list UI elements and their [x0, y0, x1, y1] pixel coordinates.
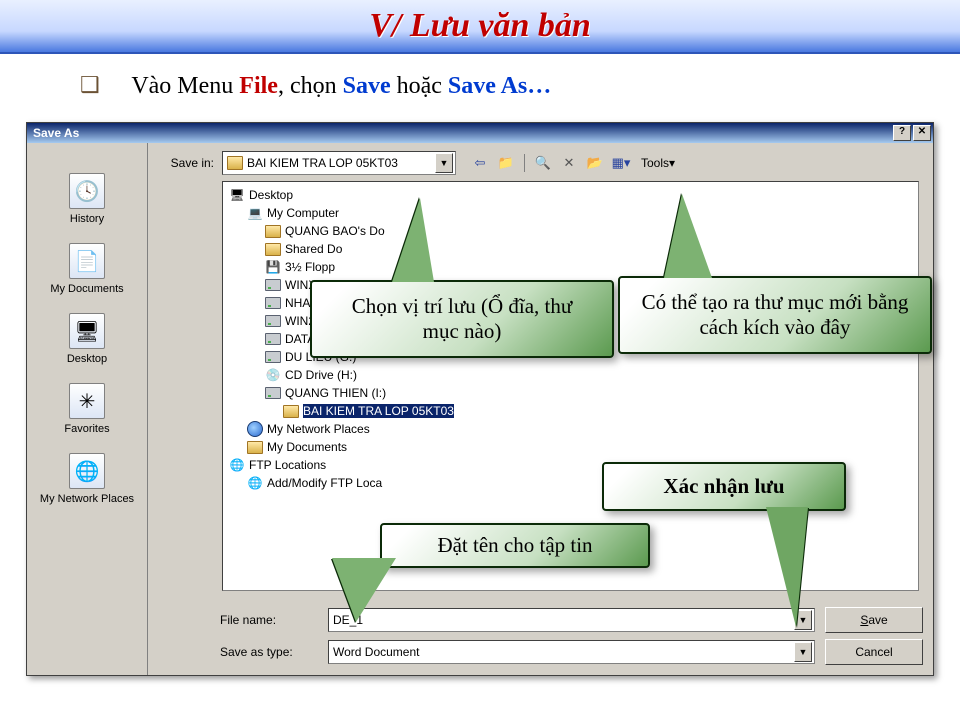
tree-icon: [265, 242, 281, 256]
tree-item[interactable]: 💾 3½ Flopp: [225, 258, 916, 276]
tools-menu[interactable]: Tools ▾: [637, 153, 679, 173]
save-type-value: Word Document: [333, 645, 419, 659]
tree-icon: [265, 350, 281, 364]
tree-label: My Documents: [267, 440, 347, 454]
tree-item[interactable]: BAI KIEM TRA LOP 05KT03: [225, 402, 916, 420]
tree-label: BAI KIEM TRA LOP 05KT03: [303, 404, 454, 418]
sidebar-label: Desktop: [27, 353, 147, 365]
tree-item[interactable]: 💻 My Computer: [225, 204, 916, 222]
sidebar-label: History: [27, 213, 147, 225]
tree-icon: 💾: [265, 260, 281, 274]
cancel-button[interactable]: Cancel: [825, 639, 923, 665]
instruction-line: ❑ Vào Menu File, chọn Save hoặc Save As…: [0, 54, 960, 118]
help-button[interactable]: ?: [893, 125, 911, 141]
tree-label: My Network Places: [267, 422, 370, 436]
lesson-banner: V/ Lưu văn bản: [0, 0, 960, 54]
tree-icon: [265, 332, 281, 346]
tree-icon: [265, 314, 281, 328]
close-button[interactable]: ✕: [913, 125, 931, 141]
back-icon[interactable]: ⇦: [470, 153, 490, 173]
tree-item[interactable]: My Network Places: [225, 420, 916, 438]
views-icon[interactable]: ▦▾: [611, 153, 631, 173]
sidebar-icon: 🌐: [69, 453, 105, 489]
dialog-title: Save As: [29, 126, 891, 140]
tree-icon: [247, 440, 263, 454]
tree-icon: 💻: [247, 206, 263, 220]
callout-file-name: Đặt tên cho tập tin: [380, 523, 650, 568]
tree-icon: [283, 404, 299, 418]
dialog-titlebar: Save As ? ✕: [27, 123, 933, 143]
tree-label: 3½ Flopp: [285, 260, 335, 274]
dialog-toolbar: ⇦ 📁 🔍 ✕ 📂 ▦▾ Tools ▾: [470, 153, 679, 173]
sidebar-item[interactable]: ✳ Favorites: [27, 383, 147, 435]
tree-icon: 💿: [265, 368, 281, 382]
sidebar-label: Favorites: [27, 423, 147, 435]
tree-icon: [265, 296, 281, 310]
tree-label: FTP Locations: [249, 458, 326, 472]
search-web-icon[interactable]: 🔍: [533, 153, 553, 173]
sidebar-item[interactable]: 🌐 My Network Places: [27, 453, 147, 505]
tree-icon: 🖥: [229, 188, 245, 202]
sidebar-item[interactable]: 🖥 Desktop: [27, 313, 147, 365]
sidebar-item[interactable]: 🕓 History: [27, 173, 147, 225]
folder-icon: [227, 156, 243, 170]
chevron-down-icon[interactable]: ▼: [435, 153, 453, 173]
tree-item[interactable]: QUANG THIEN (I:): [225, 384, 916, 402]
tree-label: My Computer: [267, 206, 339, 220]
places-sidebar: 🕓 History 📄 My Documents 🖥 Desktop ✳ Favorites 🌐…: [27, 143, 148, 675]
save-button[interactable]: Save: [825, 607, 923, 633]
tree-label: QUANG BAO's Do: [285, 224, 385, 238]
save-in-value: BAI KIEM TRA LOP 05KT03: [247, 156, 398, 170]
sidebar-icon: 🖥: [69, 313, 105, 349]
sidebar-label: My Network Places: [27, 493, 147, 505]
file-name-input[interactable]: DE_1 ▼: [328, 608, 815, 632]
tree-item[interactable]: 💿 CD Drive (H:): [225, 366, 916, 384]
sidebar-label: My Documents: [27, 283, 147, 295]
callout-new-folder: Có thể tạo ra thư mục mới bằng cách kích…: [618, 276, 932, 354]
save-in-label: Save in:: [158, 156, 214, 170]
tree-item[interactable]: 🖥 Desktop: [225, 186, 916, 204]
sidebar-icon: 📄: [69, 243, 105, 279]
up-folder-icon[interactable]: 📁: [496, 153, 516, 173]
save-type-label: Save as type:: [158, 645, 328, 659]
sidebar-icon: 🕓: [69, 173, 105, 209]
bullet-icon: ❑: [80, 72, 100, 97]
save-type-combo[interactable]: Word Document ▼: [328, 640, 815, 664]
new-folder-icon[interactable]: 📂: [585, 153, 605, 173]
tree-item[interactable]: QUANG BAO's Do: [225, 222, 916, 240]
sidebar-item[interactable]: 📄 My Documents: [27, 243, 147, 295]
tree-icon: 🌐: [229, 458, 245, 472]
save-in-combo[interactable]: BAI KIEM TRA LOP 05KT03 ▼: [222, 151, 456, 175]
sidebar-icon: ✳: [69, 383, 105, 419]
file-name-label: File name:: [158, 613, 328, 627]
tree-icon: [247, 422, 263, 436]
chevron-down-icon[interactable]: ▼: [794, 642, 812, 662]
tree-icon: [265, 224, 281, 238]
banner-title: V/ Lưu văn bản: [0, 0, 960, 52]
tree-label: QUANG THIEN (I:): [285, 386, 386, 400]
callout-confirm-save: Xác nhận lưu: [602, 462, 846, 511]
tree-label: Add/Modify FTP Loca: [267, 476, 382, 490]
tree-icon: [265, 278, 281, 292]
tree-icon: [265, 386, 281, 400]
tree-label: Shared Do: [285, 242, 342, 256]
tree-icon: 🌐: [247, 476, 263, 490]
tree-label: CD Drive (H:): [285, 368, 357, 382]
callout-save-location: Chọn vị trí lưu (Ổ đĩa, thư mục nào): [310, 280, 614, 358]
tree-item[interactable]: My Documents: [225, 438, 916, 456]
tree-item[interactable]: Shared Do: [225, 240, 916, 258]
tree-label: Desktop: [249, 188, 293, 202]
delete-icon[interactable]: ✕: [559, 153, 579, 173]
